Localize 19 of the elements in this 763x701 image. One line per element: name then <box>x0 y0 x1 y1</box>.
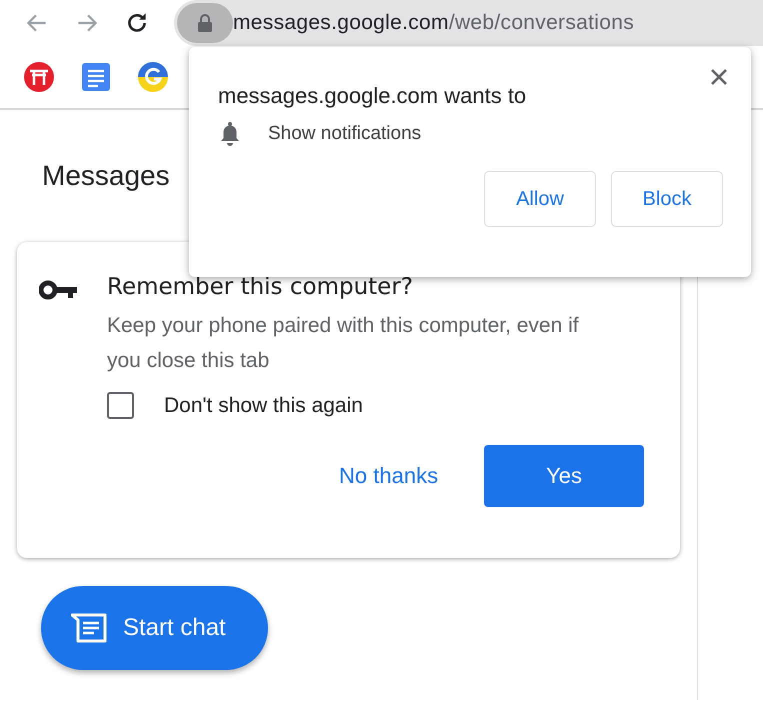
confirm-button[interactable]: Yes <box>484 445 644 507</box>
document-icon[interactable] <box>82 63 110 91</box>
card-description: Keep your phone paired with this computer, even if you close this tab <box>107 313 580 374</box>
allow-button[interactable]: Allow <box>484 171 596 227</box>
block-button[interactable]: Block <box>611 171 723 227</box>
checkbox[interactable] <box>107 392 134 419</box>
start-chat-button[interactable]: Start chat <box>41 586 268 670</box>
page-title: Messages <box>42 160 171 192</box>
card-title: Remember this computer? <box>107 274 414 300</box>
circle-letter-icon[interactable] <box>138 62 168 92</box>
checkbox-label: Don't show this again <box>164 394 363 418</box>
chat-icon <box>71 613 107 643</box>
lock-icon[interactable] <box>177 3 233 43</box>
key-icon <box>39 280 77 300</box>
permission-label: Show notifications <box>268 123 422 145</box>
torii-gate-icon[interactable] <box>24 62 54 92</box>
popup-title: messages.google.com wants to <box>218 83 528 109</box>
dismiss-button[interactable]: No thanks <box>333 445 444 507</box>
bell-icon <box>218 121 242 147</box>
